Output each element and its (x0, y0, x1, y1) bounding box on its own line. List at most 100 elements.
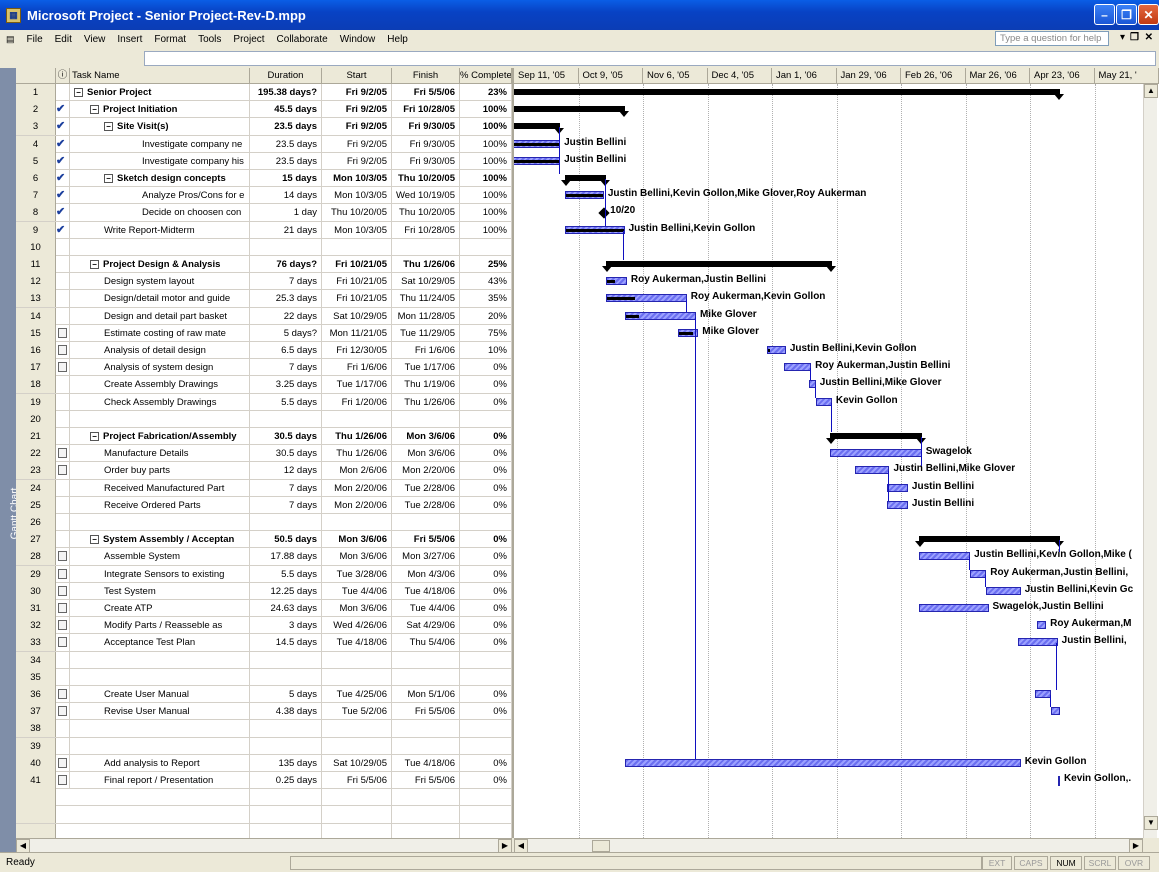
duration-cell[interactable]: 5.5 days (250, 565, 322, 583)
duration-cell[interactable]: 7 days (250, 359, 322, 377)
percent-complete-cell[interactable]: 0% (460, 634, 512, 652)
finish-cell[interactable]: Thu 1/26/06 (392, 393, 460, 411)
summary-bar[interactable] (825, 433, 926, 444)
finish-cell[interactable] (392, 789, 460, 807)
task-name-cell[interactable]: Order buy parts (70, 462, 250, 480)
row-id[interactable]: 32 (16, 617, 56, 635)
finish-cell[interactable] (392, 668, 460, 686)
start-cell[interactable] (322, 823, 392, 838)
task-bar[interactable] (1050, 707, 1060, 716)
percent-complete-cell[interactable] (460, 806, 512, 824)
finish-cell[interactable]: Tue 2/28/06 (392, 496, 460, 514)
percent-complete-cell[interactable]: 100% (460, 101, 512, 119)
start-cell[interactable]: Mon 3/6/06 (322, 531, 392, 549)
info-header-icon[interactable]: ⓘ (56, 68, 70, 84)
duration-cell[interactable]: 22 days (250, 307, 322, 325)
row-id[interactable]: 16 (16, 342, 56, 359)
table-row[interactable]: 37 Revise User Manual 4.38 days Tue 5/2/06 F… (16, 703, 512, 721)
view-bar[interactable]: Gantt Chart (0, 68, 20, 852)
percent-complete-cell[interactable]: 43% (460, 273, 512, 291)
duration-cell[interactable] (250, 737, 322, 755)
percent-complete-cell[interactable]: 0% (460, 479, 512, 497)
task-bar[interactable] (854, 466, 890, 475)
task-name-cell[interactable]: Create Assembly Drawings (70, 376, 250, 394)
row-id[interactable]: 26 (16, 514, 56, 531)
row-id[interactable]: 31 (16, 600, 56, 617)
duration-cell[interactable]: 23.5 days (250, 135, 322, 153)
row-id[interactable]: 11 (16, 256, 56, 273)
task-name-cell[interactable]: − Project Initiation (70, 101, 250, 119)
table-row[interactable]: 9 ✔ Write Report-Midterm 21 days Mon 10/3/05… (16, 221, 512, 239)
percent-complete-cell[interactable]: 0% (460, 548, 512, 566)
collapse-toggle-icon[interactable]: − (90, 259, 99, 269)
finish-cell[interactable]: Fri 5/5/06 (392, 531, 460, 549)
timescale-label[interactable]: Nov 6, '05 (643, 68, 708, 84)
duration-cell[interactable] (250, 806, 322, 824)
task-bar[interactable] (919, 552, 971, 561)
collapse-toggle-icon[interactable]: − (90, 431, 99, 441)
start-cell[interactable]: Fri 9/2/05 (322, 152, 392, 170)
finish-cell[interactable] (392, 823, 460, 838)
duration-cell[interactable]: 25.3 days (250, 290, 322, 308)
restore-button[interactable]: ❐ (1116, 4, 1137, 25)
row-id[interactable]: 15 (16, 324, 56, 342)
start-cell[interactable] (322, 410, 392, 428)
start-cell[interactable]: Tue 4/25/06 (322, 686, 392, 703)
row-id[interactable] (16, 806, 56, 824)
timescale-label[interactable]: Dec 4, '05 (707, 68, 772, 84)
menu-format[interactable]: Format (148, 34, 192, 45)
duration-cell[interactable]: 3 days (250, 617, 322, 635)
percent-complete-cell[interactable]: 100% (460, 204, 512, 222)
finish-cell[interactable]: Fri 9/30/05 (392, 152, 460, 170)
table-row[interactable]: 28 Assemble System 17.88 days Mon 3/6/06 Mon… (16, 548, 512, 566)
task-name-cell[interactable] (70, 651, 250, 669)
task-name-cell[interactable]: Create User Manual (70, 686, 250, 703)
calendar-indicator-icon[interactable] (58, 448, 67, 459)
close-button[interactable]: ✕ (1138, 4, 1159, 25)
duration-cell[interactable] (250, 410, 322, 428)
finish-cell[interactable] (392, 720, 460, 738)
summary-bar[interactable] (560, 175, 611, 186)
start-cell[interactable]: Fri 5/5/06 (322, 772, 392, 789)
collapse-toggle-icon[interactable]: − (90, 535, 99, 545)
row-id[interactable]: 5 (16, 152, 56, 170)
task-bar[interactable] (887, 483, 908, 492)
percent-complete-cell[interactable]: 0% (460, 565, 512, 583)
finish-cell[interactable] (392, 238, 460, 256)
finish-cell[interactable]: Sat 4/29/06 (392, 617, 460, 635)
duration-cell[interactable]: 12 days (250, 462, 322, 480)
task-name-cell[interactable]: Modify Parts / Reasseble as (70, 617, 250, 635)
finish-cell[interactable]: Mon 3/27/06 (392, 548, 460, 566)
task-bar[interactable] (970, 569, 987, 578)
row-id[interactable]: 21 (16, 428, 56, 445)
start-cell[interactable]: Fri 1/6/06 (322, 359, 392, 377)
task-bar[interactable] (829, 449, 922, 458)
entry-field[interactable] (144, 51, 1156, 66)
table-row[interactable]: 26 (16, 514, 512, 532)
start-cell[interactable] (322, 737, 392, 755)
table-row[interactable]: 34 (16, 651, 512, 669)
row-id[interactable]: 1 (16, 84, 56, 101)
duration-cell[interactable]: 135 days (250, 754, 322, 772)
timescale-label[interactable]: Sep 11, '05 (514, 68, 579, 84)
task-bar[interactable] (564, 225, 625, 234)
row-id[interactable]: 24 (16, 479, 56, 497)
duration-cell[interactable]: 5 days (250, 686, 322, 703)
row-id[interactable]: 14 (16, 307, 56, 325)
task-name-cell[interactable]: Investigate company his (70, 152, 250, 170)
table-horizontal-scrollbar[interactable]: ◀ ▶ (16, 838, 512, 853)
finish-cell[interactable]: Tue 4/18/06 (392, 582, 460, 600)
task-name-cell[interactable]: Revise User Manual (70, 703, 250, 721)
finish-cell[interactable]: Thu 5/4/06 (392, 634, 460, 652)
percent-complete-cell[interactable]: 10% (460, 342, 512, 359)
start-cell[interactable]: Thu 1/26/06 (322, 445, 392, 463)
table-row[interactable]: 13 Design/detail motor and guide 25.3 days… (16, 290, 512, 308)
task-bar[interactable] (606, 277, 627, 286)
task-bar[interactable] (1057, 776, 1060, 786)
task-name-cell[interactable]: Manufacture Details (70, 445, 250, 463)
summary-bar[interactable] (514, 106, 629, 118)
menu-window[interactable]: Window (334, 34, 382, 45)
task-bar[interactable] (606, 294, 687, 303)
finish-cell[interactable]: Fri 9/30/05 (392, 135, 460, 153)
start-cell[interactable]: Wed 4/26/06 (322, 617, 392, 635)
